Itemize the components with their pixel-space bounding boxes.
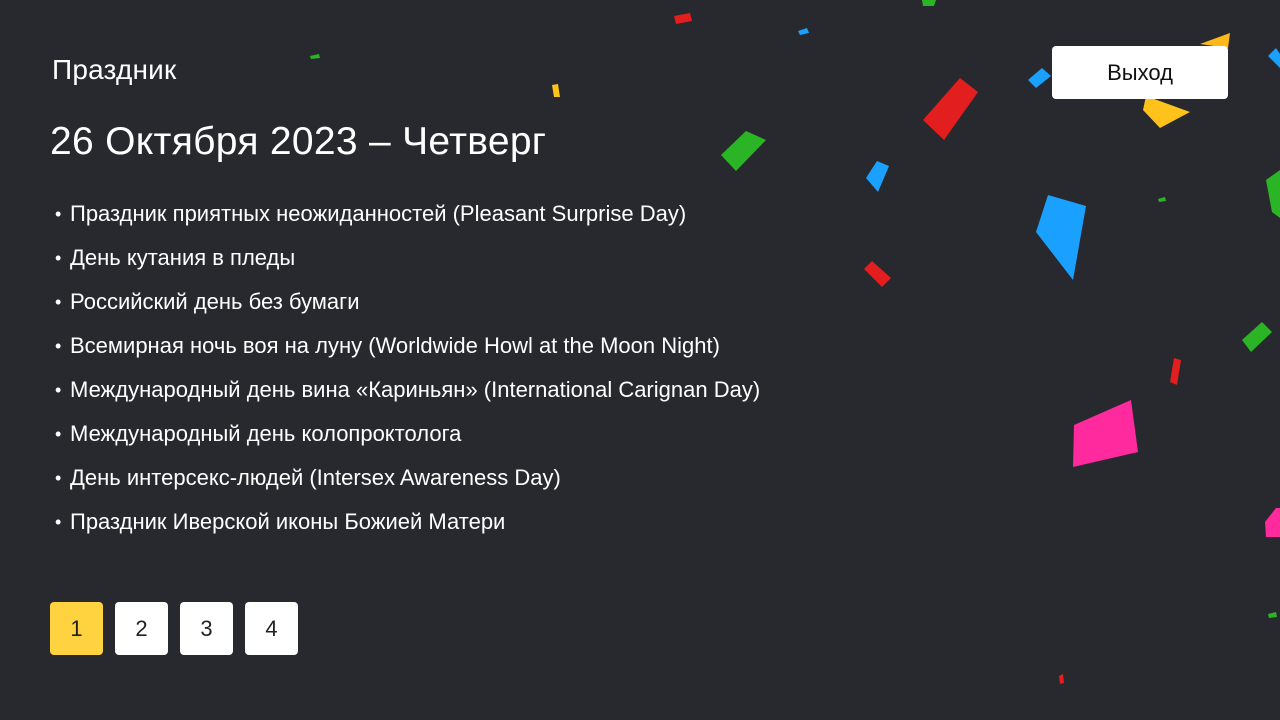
bullet: • (55, 292, 62, 312)
holiday-item: • День интерсекс-людей (Intersex Awarenes… (55, 456, 760, 500)
holiday-item: • Международный день вина «Кариньян» (Int… (55, 368, 760, 412)
confetti-piece (798, 28, 809, 35)
confetti-piece (1158, 197, 1166, 202)
confetti-piece (674, 13, 692, 24)
confetti-piece (1242, 322, 1272, 352)
pagination: 1 2 3 4 (50, 602, 298, 655)
holiday-item: • Всемирная ночь воя на луну (Worldwide H… (55, 324, 760, 368)
bullet: • (55, 468, 62, 488)
holiday-item: • Праздник Иверской иконы Божией Матери (55, 500, 760, 544)
holiday-list: • Праздник приятных неожиданностей (Pleas… (55, 192, 760, 544)
confetti-piece (1059, 674, 1064, 684)
holiday-text: День интерсекс-людей (Intersex Awareness… (70, 465, 561, 490)
holiday-item: • Международный день колопроктолога (55, 412, 760, 456)
holiday-text: Международный день колопроктолога (70, 421, 462, 446)
holiday-item: • Праздник приятных неожиданностей (Pleas… (55, 192, 760, 236)
holiday-text: Праздник приятных неожиданностей (Pleasa… (70, 201, 687, 226)
bullet: • (55, 204, 62, 224)
holiday-text: Российский день без бумаги (70, 289, 360, 314)
confetti-piece (1028, 68, 1051, 88)
confetti-piece (552, 84, 560, 97)
bullet: • (55, 380, 62, 400)
page-button-4[interactable]: 4 (245, 602, 298, 655)
holiday-screen: Праздник Выход 26 Октября 2023 – Четверг… (0, 0, 1280, 720)
holiday-text: Международный день вина «Кариньян» (Inte… (70, 377, 761, 402)
confetti-piece (922, 0, 936, 6)
holiday-text: Праздник Иверской иконы Божией Матери (70, 509, 506, 534)
holiday-item: • Российский день без бумаги (55, 280, 760, 324)
bullet: • (55, 336, 62, 356)
holiday-text: Всемирная ночь воя на луну (Worldwide Ho… (70, 333, 720, 358)
bullet: • (55, 248, 62, 268)
exit-button[interactable]: Выход (1052, 46, 1228, 99)
confetti-piece (1268, 48, 1280, 68)
page-button-1[interactable]: 1 (50, 602, 103, 655)
confetti-piece (864, 261, 891, 287)
confetti-piece (1143, 96, 1190, 128)
confetti-piece (721, 131, 766, 171)
page-button-2[interactable]: 2 (115, 602, 168, 655)
confetti-piece (1265, 508, 1280, 537)
confetti-piece (1268, 612, 1277, 618)
page-button-3[interactable]: 3 (180, 602, 233, 655)
confetti-piece (1266, 170, 1280, 218)
holiday-text: День кутания в пледы (70, 245, 296, 270)
confetti-piece (1073, 400, 1138, 467)
bullet: • (55, 424, 62, 444)
confetti-piece (1036, 195, 1086, 280)
confetti-piece (866, 161, 889, 192)
confetti-piece (1170, 358, 1181, 385)
holiday-item: • День кутания в пледы (55, 236, 760, 280)
confetti-piece (310, 54, 320, 59)
date-heading: 26 Октября 2023 – Четверг (50, 120, 547, 163)
confetti-piece (923, 78, 978, 140)
bullet: • (55, 512, 62, 532)
app-title: Праздник (52, 54, 177, 85)
